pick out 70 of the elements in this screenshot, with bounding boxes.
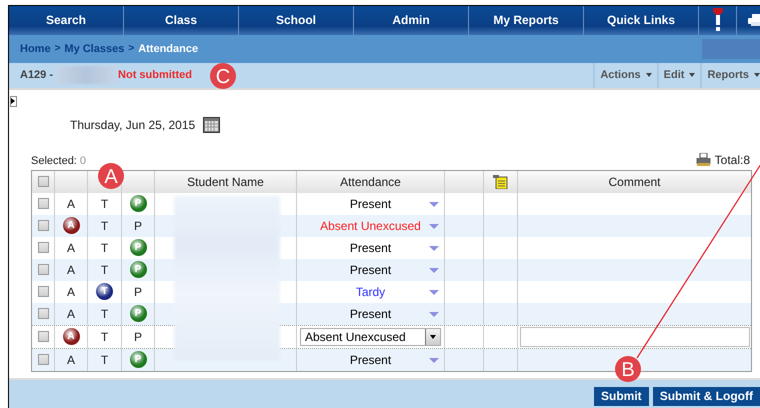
column-header: Student Name <box>187 174 264 189</box>
date-label: Thursday, Jun 25, 2015 <box>70 118 196 132</box>
note-icon <box>493 174 508 189</box>
row-checkbox[interactable] <box>38 220 48 232</box>
expand-toggle-icon[interactable] <box>10 96 17 107</box>
callout-marker: C <box>210 63 236 89</box>
attendance-status[interactable]: Present <box>350 240 392 255</box>
dropdown-arrow-icon[interactable] <box>429 290 439 295</box>
caret-icon <box>646 73 652 78</box>
attendance-code[interactable]: T <box>100 306 108 321</box>
row-checkbox[interactable] <box>38 198 48 210</box>
menu-button[interactable]: Reports <box>700 62 760 88</box>
menu-button[interactable]: Actions <box>593 62 657 88</box>
dropdown-arrow-icon[interactable] <box>429 358 439 363</box>
attendance-code[interactable]: T <box>100 196 108 211</box>
dropdown-arrow-icon[interactable] <box>429 312 439 317</box>
attendance-code[interactable]: A <box>66 306 75 321</box>
printer-icon[interactable] <box>696 153 711 166</box>
breadcrumb-separator: > <box>54 43 60 54</box>
print-icon[interactable] <box>748 14 760 26</box>
attendance-status[interactable]: Present <box>350 196 392 211</box>
dropdown-arrow-icon[interactable] <box>429 224 439 229</box>
attendance-code[interactable]: A <box>66 352 75 367</box>
attendance-code[interactable]: T <box>100 218 108 233</box>
attendance-code[interactable]: P <box>134 218 142 233</box>
total-count: Total:8 <box>714 152 750 167</box>
select-all-checkbox[interactable] <box>38 176 48 188</box>
alert-icon[interactable] <box>710 8 724 32</box>
attendance-code[interactable]: A <box>66 240 75 255</box>
attendance-code[interactable]: T <box>100 352 108 367</box>
callout-marker: B <box>615 356 641 382</box>
comment-field[interactable] <box>520 326 750 347</box>
attendance-code[interactable]: T <box>100 330 108 344</box>
row-checkbox[interactable] <box>38 264 48 276</box>
column-header: Comment <box>608 174 660 189</box>
column-header: Attendance <box>340 174 401 189</box>
dropdown-arrow-icon[interactable] <box>429 246 439 251</box>
attendance-status[interactable]: Present <box>350 352 392 367</box>
attendance-status[interactable]: Present <box>350 262 392 277</box>
attendance-status[interactable]: Present <box>350 306 392 321</box>
attendance-code[interactable]: A <box>66 284 75 299</box>
menu-button[interactable]: Edit <box>656 62 700 88</box>
attendance-dropdown[interactable]: Absent Unexcused <box>300 328 441 346</box>
breadcrumb-current: Attendance <box>138 42 198 55</box>
submit-button[interactable]: Submit & Logoff <box>652 386 760 406</box>
submit-button[interactable]: Submit <box>594 386 649 406</box>
calendar-icon[interactable] <box>203 116 220 133</box>
caret-icon <box>689 73 696 78</box>
breadcrumb-separator: > <box>128 43 134 54</box>
row-checkbox[interactable] <box>38 286 48 298</box>
attendance-code[interactable]: P <box>134 330 142 344</box>
class-code: A129 - <box>20 69 54 82</box>
attendance-code[interactable]: A <box>66 196 75 211</box>
row-checkbox[interactable] <box>38 242 48 254</box>
dropdown-arrow-icon[interactable] <box>429 268 439 273</box>
selected-count: 0 <box>80 154 86 167</box>
attendance-code[interactable]: T <box>100 262 108 277</box>
row-checkbox[interactable] <box>38 331 48 342</box>
dropdown-arrow-icon[interactable] <box>429 202 439 207</box>
attendance-code[interactable]: T <box>100 240 108 255</box>
attendance-code[interactable]: A <box>66 262 75 277</box>
submission-status: Not submitted <box>118 69 192 82</box>
row-checkbox[interactable] <box>38 308 48 320</box>
caret-icon <box>430 334 436 339</box>
selected-label: Selected: <box>31 154 77 167</box>
row-checkbox[interactable] <box>38 354 48 366</box>
attendance-status[interactable]: Tardy <box>356 284 386 299</box>
attendance-code[interactable]: P <box>134 284 142 299</box>
callout-marker: A <box>98 163 124 189</box>
caret-icon <box>754 73 760 78</box>
